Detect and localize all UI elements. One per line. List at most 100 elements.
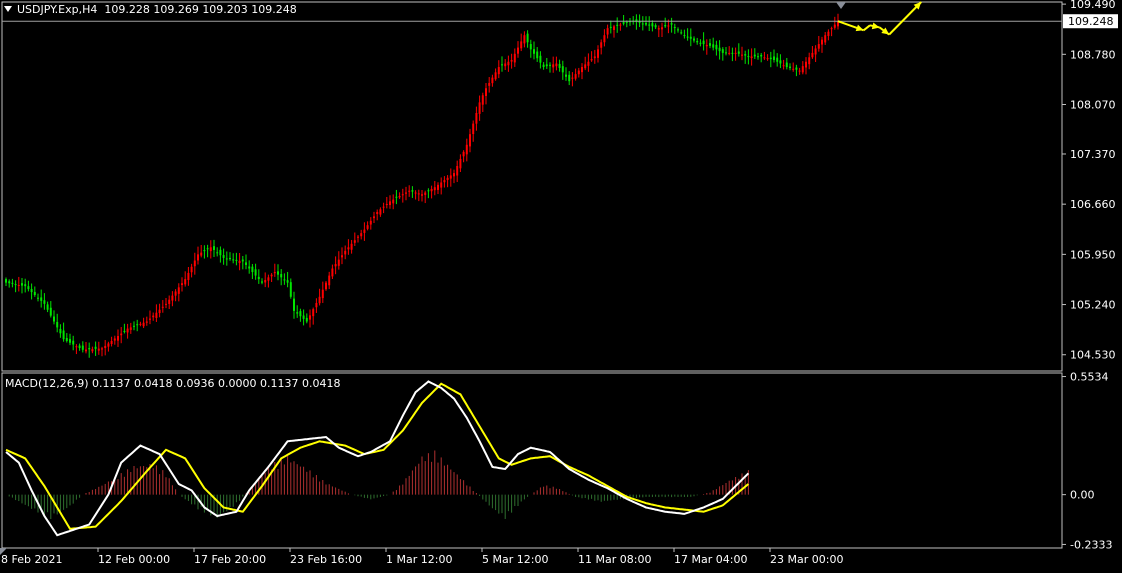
candle-body	[254, 269, 257, 276]
candle-body	[241, 259, 244, 262]
candle-body	[389, 201, 391, 206]
candle-body	[830, 28, 833, 30]
candle-body	[773, 56, 775, 60]
x-tick-label: 17 Feb 20:00	[194, 553, 266, 566]
candle-body	[376, 211, 379, 215]
candle-body	[750, 56, 753, 59]
candle-body	[136, 324, 139, 326]
candle-body	[203, 250, 206, 252]
chart-svg[interactable]: 109.490 108.780 108.070 107.370 106.660 105.9…	[0, 0, 1122, 569]
candle-body	[510, 59, 513, 62]
price-y-tick-label: 105.240	[1070, 299, 1116, 312]
candle-body	[574, 74, 577, 79]
candle-body	[705, 44, 708, 47]
candle-body	[24, 284, 27, 287]
candle-body	[225, 258, 228, 260]
candle-body	[782, 65, 785, 67]
candle-body	[513, 53, 516, 63]
candle-body	[504, 63, 507, 67]
candle-body	[721, 49, 724, 53]
candle-body	[395, 196, 398, 198]
candle-body	[88, 348, 91, 350]
candle-body	[421, 194, 423, 196]
candle-body	[597, 49, 599, 58]
candle-body	[478, 102, 481, 114]
candle-body	[117, 336, 119, 341]
candle-body	[683, 35, 686, 37]
candle-body	[94, 346, 97, 349]
candle-body	[433, 187, 436, 191]
price-y-tick-label: 107.370	[1070, 148, 1116, 161]
candle-body	[235, 259, 238, 261]
candle-body	[405, 192, 407, 194]
candle-body	[155, 312, 158, 318]
symbol-label: USDJPY.Exp,H4	[17, 3, 98, 16]
candle-body	[120, 333, 123, 336]
candle-body	[17, 284, 20, 286]
candle-body	[648, 24, 651, 26]
candle-body	[328, 275, 331, 286]
candle-body	[795, 67, 798, 70]
candle-body	[485, 88, 487, 96]
candle-body	[350, 243, 353, 250]
candle-body	[488, 82, 491, 86]
candle-body	[526, 33, 529, 43]
candle-body	[385, 203, 388, 205]
candle-body	[177, 287, 180, 294]
candle-body	[677, 29, 679, 31]
candle-body	[65, 338, 68, 341]
candle-body	[248, 266, 251, 269]
candle-body	[152, 315, 155, 318]
candle-body	[760, 54, 763, 57]
macd-header: MACD(12,26,9) 0.1137 0.0418 0.0936 0.000…	[5, 377, 341, 390]
candle-body	[453, 173, 455, 177]
candle-body	[821, 39, 823, 45]
candle-body	[46, 304, 49, 310]
candle-body	[581, 67, 583, 73]
x-tick-label: 8 Feb 2021	[1, 553, 62, 566]
candle-body	[299, 311, 302, 317]
candle-body	[267, 277, 270, 281]
candle-body	[481, 95, 484, 105]
candle-body	[59, 328, 62, 334]
candle-body	[145, 321, 148, 323]
candle-body	[21, 283, 23, 286]
candle-body	[257, 276, 260, 280]
candle-body	[472, 123, 475, 135]
candle-body	[507, 61, 510, 66]
candle-body	[494, 72, 497, 80]
candle-body	[357, 236, 359, 238]
symbol-dropdown-icon[interactable]	[4, 6, 12, 12]
candle-body	[315, 302, 318, 308]
candle-body	[737, 51, 740, 54]
candle-body	[81, 345, 84, 350]
candle-body	[766, 58, 769, 60]
candle-body	[14, 284, 17, 286]
candle-body	[501, 64, 503, 66]
candle-body	[689, 36, 692, 39]
chart-shift-marker	[836, 2, 846, 9]
candle-body	[446, 177, 449, 181]
candle-body	[126, 328, 129, 333]
candle-body	[91, 349, 94, 352]
candle-body	[491, 77, 494, 84]
candle-body	[427, 190, 430, 192]
candle-body	[353, 240, 356, 243]
candle-body	[411, 190, 414, 192]
candle-body	[459, 158, 462, 169]
candle-body	[654, 25, 657, 28]
candle-body	[744, 54, 747, 56]
candle-body	[763, 57, 766, 59]
candle-body	[334, 264, 337, 267]
macd-pane-frame	[1, 372, 1063, 549]
candle-body	[734, 52, 737, 54]
candle-body	[456, 166, 459, 176]
candle-body	[158, 309, 161, 314]
candle-body	[337, 259, 340, 266]
candle-body	[529, 44, 532, 50]
candle-body	[193, 260, 196, 267]
candle-body	[264, 279, 267, 283]
candle-body	[613, 26, 615, 30]
candle-body	[78, 345, 81, 349]
candle-body	[801, 66, 804, 73]
